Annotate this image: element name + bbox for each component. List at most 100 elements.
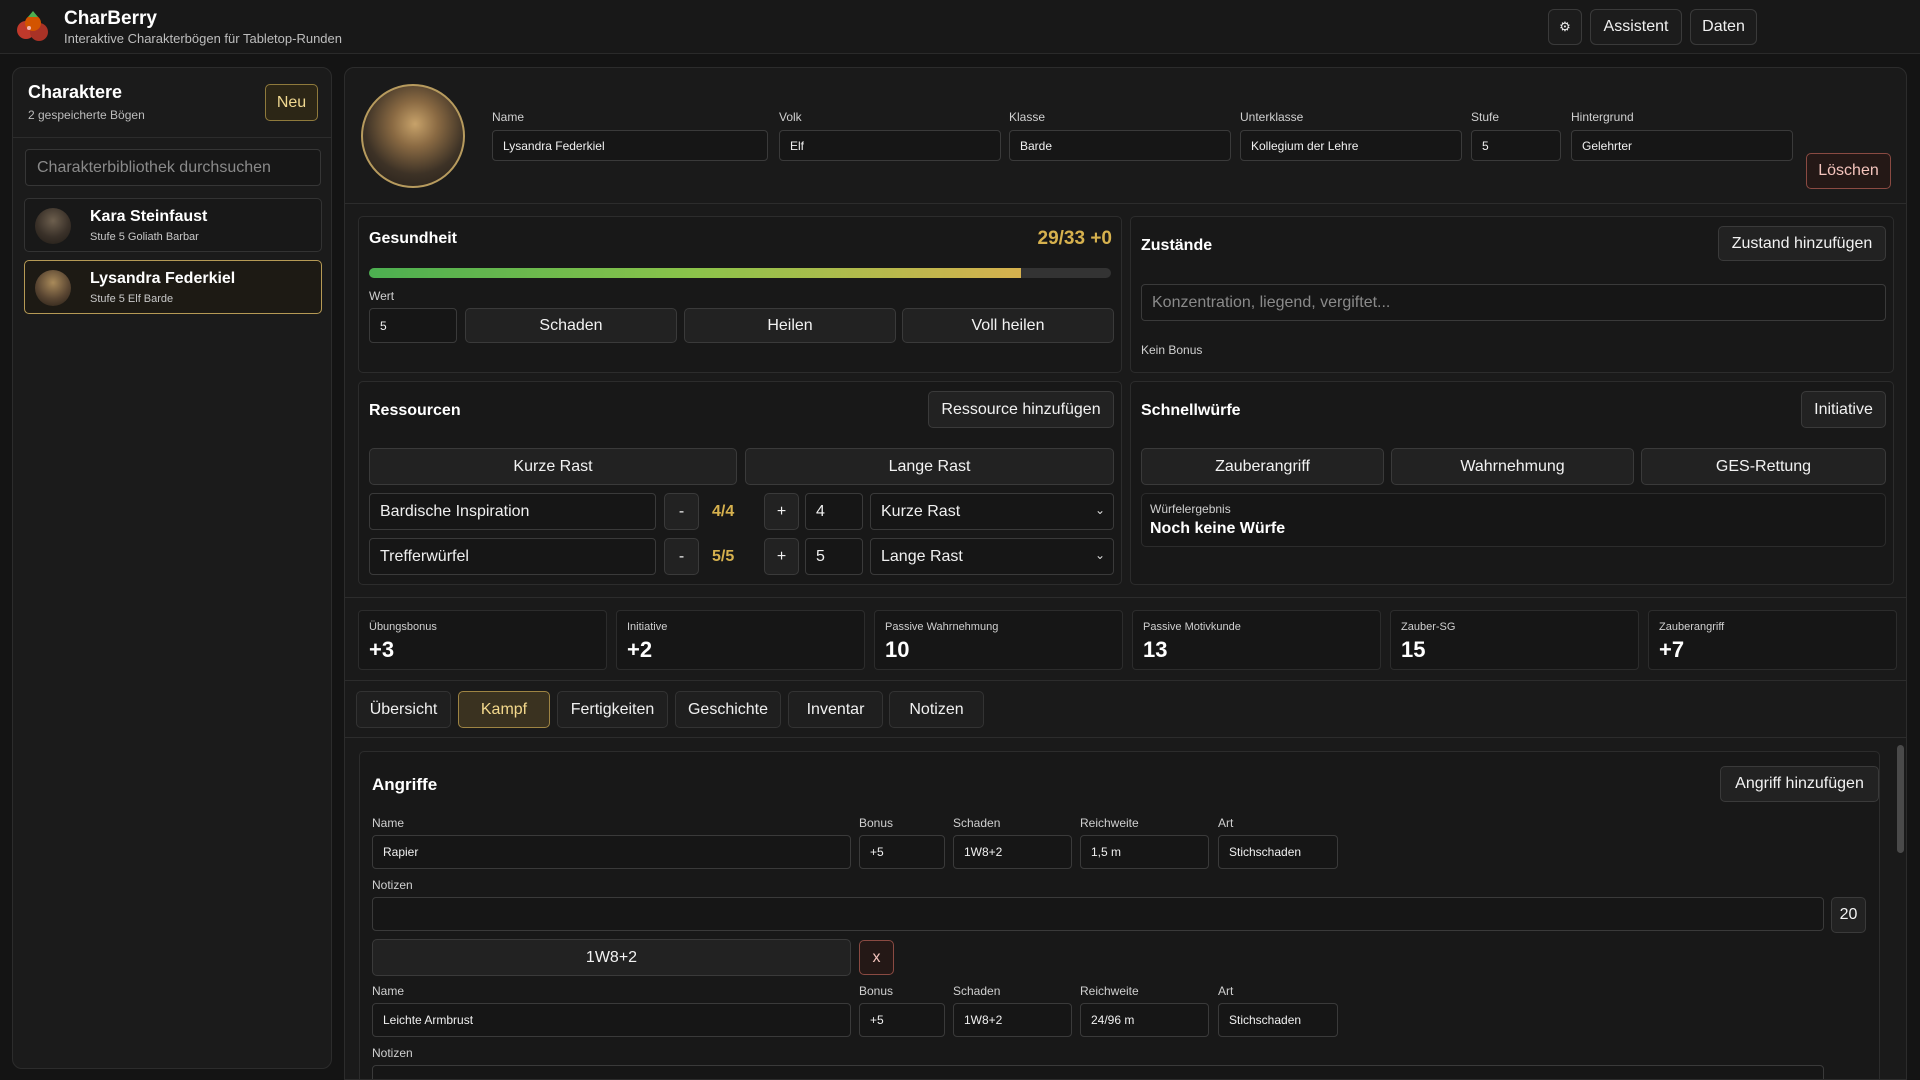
attack-range-field[interactable]: 24/96 m [1080,1003,1209,1037]
race-field[interactable]: Elf [779,130,1001,161]
level-field[interactable]: 5 [1471,130,1561,161]
level-label: Stufe [1471,110,1500,124]
resource-reset-select[interactable]: Lange Rast ⌄ [870,538,1114,575]
short-rest-button[interactable]: Kurze Rast [369,448,737,485]
hp-bar [369,268,1111,278]
content-scrollbar[interactable] [1895,741,1905,1079]
resource-count: 4/4 [712,503,735,520]
background-field[interactable]: Gelehrter [1571,130,1793,161]
tab-skills[interactable]: Fertigkeiten [557,691,668,728]
stat-passive-insight: Passive Motivkunde 13 [1132,610,1381,670]
initiative-roll-button[interactable]: Initiative [1801,391,1886,428]
remove-attack-button[interactable]: x [859,940,894,975]
resource-reset-value: Lange Rast [881,547,963,565]
resource-name-input[interactable]: Trefferwürfel [369,538,656,575]
avatar [35,208,71,244]
full-heal-button[interactable]: Voll heilen [902,308,1114,343]
resource-count: 5/5 [712,548,735,565]
app-subtitle: Interaktive Charakterbögen für Tabletop-… [64,31,342,46]
condition-input[interactable]: Konzentration, liegend, vergiftet... [1141,284,1886,321]
attack-name-field[interactable]: Rapier [372,835,851,869]
resource-increment-button[interactable]: + [764,538,799,575]
new-character-button[interactable]: Neu [265,84,318,121]
tab-overview[interactable]: Übersicht [356,691,451,728]
attack-name-label: Name [372,816,405,830]
add-resource-button[interactable]: Ressource hinzufügen [928,391,1114,428]
name-field[interactable]: Lysandra Federkiel [492,130,768,161]
attack-notes-label: Notizen [372,1046,413,1060]
attack-roll-button[interactable]: 20 [1831,897,1866,933]
attack-range-label: Reichweite [1080,984,1139,998]
stat-value: +2 [627,637,653,662]
race-label: Volk [779,110,802,124]
stat-initiative: Initiative +2 [616,610,865,670]
resource-max-input[interactable]: 5 [805,538,863,575]
character-card-active[interactable]: Lysandra Federkiel Stufe 5 Elf Barde [24,260,322,314]
resource-name-input[interactable]: Bardische Inspiration [369,493,656,530]
subclass-field[interactable]: Kollegium der Lehre [1240,130,1462,161]
settings-button[interactable]: ⚙ [1548,9,1582,45]
dex-save-roll-button[interactable]: GES-Rettung [1641,448,1886,485]
sidebar-divider [13,137,331,138]
attack-damage-field[interactable]: 1W8+2 [953,835,1072,869]
subclass-label: Unterklasse [1240,110,1304,124]
resource-reset-select[interactable]: Kurze Rast ⌄ [870,493,1114,530]
attack-type-label: Art [1218,984,1234,998]
background-label: Hintergrund [1571,110,1634,124]
attack-type-field[interactable]: Stichschaden [1218,835,1338,869]
tab-history[interactable]: Geschichte [675,691,781,728]
stat-label: Passive Motivkunde [1143,621,1241,633]
class-field[interactable]: Barde [1009,130,1231,161]
character-name: Kara Steinfaust [90,208,208,225]
tab-notes[interactable]: Notizen [889,691,984,728]
attack-range-label: Reichweite [1080,816,1139,830]
attack-notes-field[interactable] [372,1065,1824,1079]
resource-decrement-button[interactable]: - [664,493,699,530]
heal-button[interactable]: Heilen [684,308,896,343]
quick-rolls-panel: Schnellwürfe Initiative Zauberangriff Wa… [1130,381,1894,585]
health-title: Gesundheit [369,230,458,247]
spell-attack-roll-button[interactable]: Zauberangriff [1141,448,1384,485]
delete-button[interactable]: Löschen [1806,153,1891,189]
damage-roll-button[interactable]: 1W8+2 [372,939,851,976]
tab-inventory[interactable]: Inventar [788,691,883,728]
stat-value: 10 [885,637,910,662]
stat-label: Initiative [627,621,668,633]
attack-notes-label: Notizen [372,878,413,892]
data-button[interactable]: Daten [1690,9,1757,45]
tab-combat[interactable]: Kampf [458,691,550,728]
attack-range-field[interactable]: 1,5 m [1080,835,1209,869]
add-condition-button[interactable]: Zustand hinzufügen [1718,226,1886,261]
damage-button[interactable]: Schaden [465,308,677,343]
attack-damage-field[interactable]: 1W8+2 [953,1003,1072,1037]
character-sidebar: Charaktere 2 gespeicherte Bögen Neu Kara… [12,67,332,1069]
attack-notes-field[interactable] [372,897,1824,931]
name-label: Name [492,110,525,124]
long-rest-button[interactable]: Lange Rast [745,448,1114,485]
library-search-input[interactable] [25,149,321,186]
attack-type-field[interactable]: Stichschaden [1218,1003,1338,1037]
character-portrait[interactable] [361,84,465,188]
attack-bonus-field[interactable]: +5 [859,1003,945,1037]
perception-roll-button[interactable]: Wahrnehmung [1391,448,1634,485]
divider [345,680,1906,681]
stat-label: Übungsbonus [369,621,437,633]
resource-max-input[interactable]: 4 [805,493,863,530]
resources-title: Ressourcen [369,402,461,419]
resource-decrement-button[interactable]: - [664,538,699,575]
berry-logo-icon [17,11,48,41]
hp-amount-input[interactable]: 5 [369,308,457,343]
divider [345,737,1906,738]
add-attack-button[interactable]: Angriff hinzufügen [1720,766,1879,802]
conditions-title: Zustände [1141,237,1213,254]
stat-spell-dc: Zauber-SG 15 [1390,610,1639,670]
assistant-button[interactable]: Assistent [1590,9,1682,45]
attack-bonus-field[interactable]: +5 [859,835,945,869]
character-meta: Stufe 5 Goliath Barbar [90,231,199,243]
attack-name-field[interactable]: Leichte Armbrust [372,1003,851,1037]
scrollbar-thumb[interactable] [1897,745,1904,853]
character-card[interactable]: Kara Steinfaust Stufe 5 Goliath Barbar [24,198,322,252]
resource-increment-button[interactable]: + [764,493,799,530]
stat-passive-perception: Passive Wahrnehmung 10 [874,610,1123,670]
resource-reset-value: Kurze Rast [881,502,961,520]
